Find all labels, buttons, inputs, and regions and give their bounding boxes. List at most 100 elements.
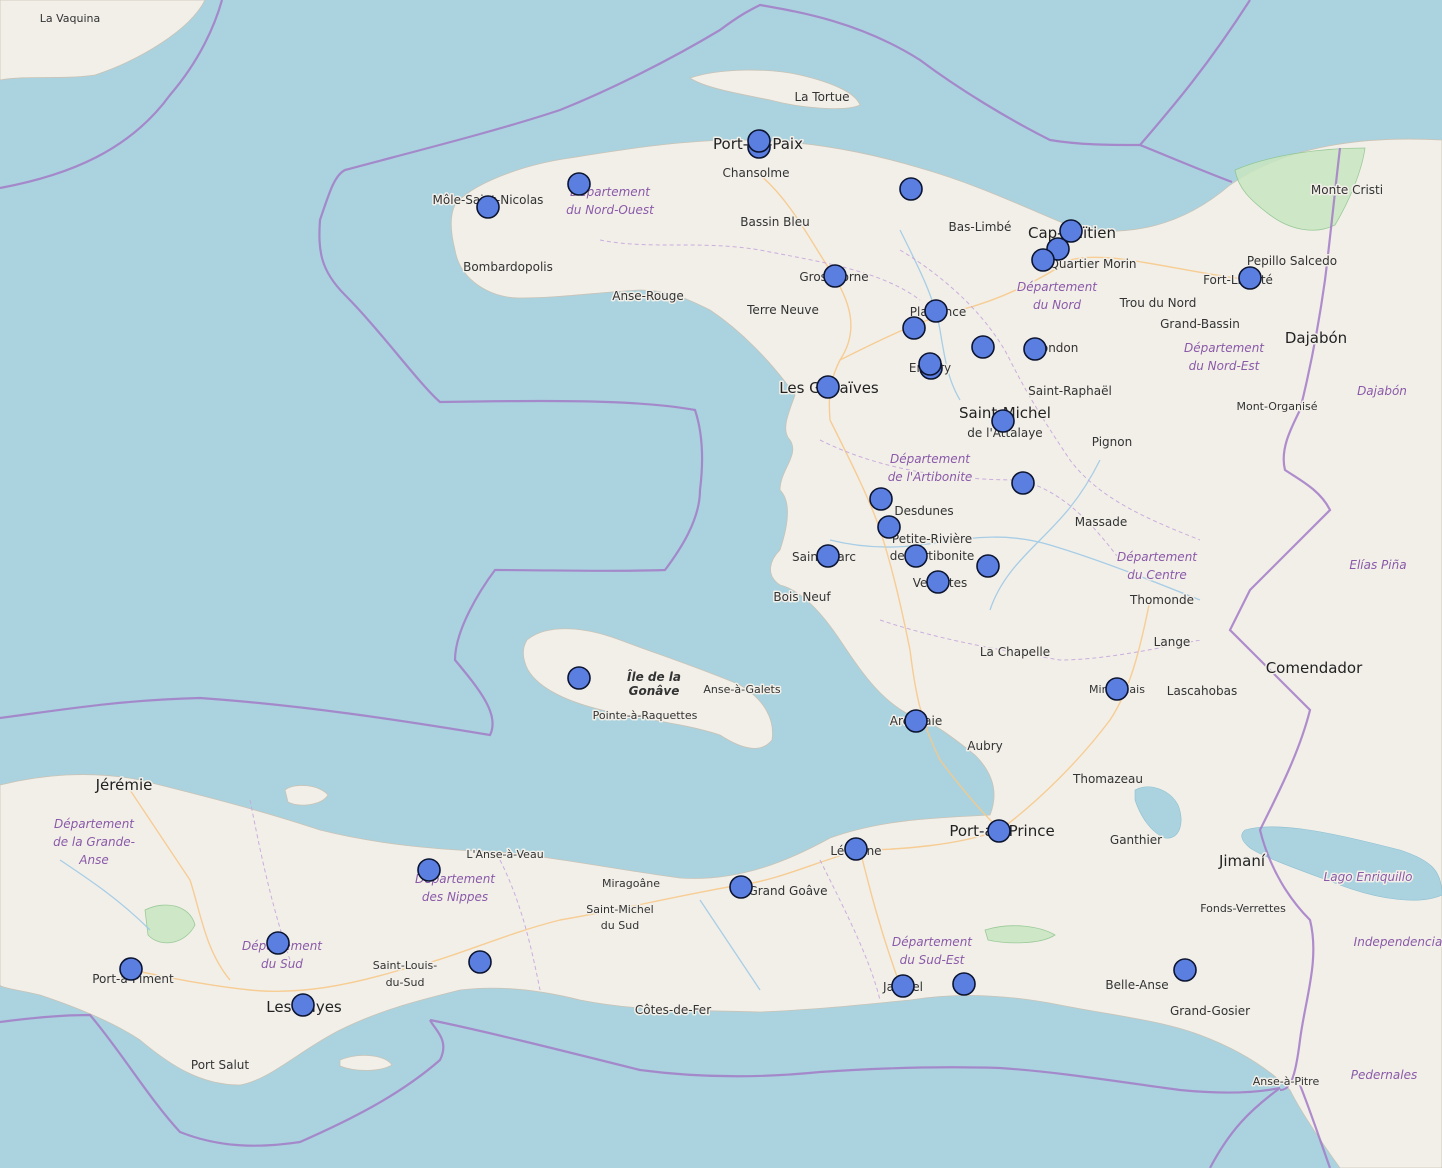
region-elias-pina: Elías Piña (1349, 558, 1406, 572)
label-desdunes: Desdunes (894, 504, 953, 518)
map-marker[interactable] (266, 931, 290, 955)
map-marker[interactable] (567, 172, 591, 196)
label-anse-a-veau: L'Anse-à-Veau (466, 848, 543, 861)
region-sud-est-1: Département (892, 935, 973, 949)
label-port-salut: Port Salut (191, 1058, 250, 1072)
region-centre-1: Département (1117, 550, 1198, 564)
label-lange: Lange (1154, 635, 1191, 649)
region-artibonite-1: Département (890, 452, 971, 466)
label-pignon: Pignon (1092, 435, 1132, 449)
map-marker[interactable] (924, 299, 948, 323)
region-grande-anse-3: Anse (78, 853, 108, 867)
label-fort-liberte: Fort-Liberté (1203, 273, 1273, 287)
region-nord-est-1: Département (1184, 341, 1265, 355)
label-de-lartibonite: de l'Artibonite (890, 549, 975, 563)
map-marker[interactable] (891, 974, 915, 998)
region-dajabon-prov: Dajabón (1357, 384, 1407, 398)
map-marker[interactable] (468, 950, 492, 974)
map-marker[interactable] (1023, 337, 1047, 361)
label-jeremie: Jérémie (95, 776, 153, 794)
map-marker[interactable] (1238, 266, 1262, 290)
region-sud-est-2: du Sud-Est (900, 953, 966, 967)
label-lascahobas: Lascahobas (1167, 684, 1237, 698)
region-sud-2: du Sud (261, 957, 303, 971)
label-bois-neuf: Bois Neuf (773, 590, 831, 604)
label-thomonde: Thomonde (1129, 593, 1194, 607)
region-pedernales: Pedernales (1351, 1068, 1417, 1082)
label-saint-michel-du-sud-2: du Sud (601, 919, 639, 932)
label-ile-de-la-gonave-2: Gonâve (629, 684, 680, 698)
map-marker[interactable] (918, 352, 942, 376)
label-miragoane: Miragoâne (602, 877, 660, 890)
region-grande-anse-1: Département (54, 817, 135, 831)
map-marker[interactable] (904, 709, 928, 733)
label-bassin-bleu: Bassin Bleu (740, 215, 809, 229)
map-marker[interactable] (971, 335, 995, 359)
label-grand-gosier: Grand-Gosier (1170, 1004, 1250, 1018)
map-marker[interactable] (899, 177, 923, 201)
region-nippes-2: des Nippes (422, 890, 488, 904)
region-nord-2: du Nord (1033, 298, 1081, 312)
label-saint-louis-1: Saint-Louis- (373, 959, 437, 972)
label-dajabon: Dajabón (1285, 329, 1347, 347)
map-marker[interactable] (816, 375, 840, 399)
map-marker[interactable] (291, 993, 315, 1017)
region-nord-est-2: du Nord-Est (1189, 359, 1261, 373)
label-ganthier: Ganthier (1110, 833, 1162, 847)
map-marker[interactable] (952, 972, 976, 996)
label-trou-du-nord: Trou du Nord (1119, 296, 1197, 310)
label-chansolme: Chansolme (723, 166, 790, 180)
label-saint-raphael: Saint-Raphaël (1028, 384, 1112, 398)
label-la-chapelle: La Chapelle (980, 645, 1050, 659)
map-marker[interactable] (816, 544, 840, 568)
label-massade: Massade (1075, 515, 1128, 529)
map-marker[interactable] (904, 544, 928, 568)
map-canvas[interactable]: La Vaquina La Tortue Port-de-Paix Chanso… (0, 0, 1442, 1168)
region-independencia: Independencia (1354, 935, 1442, 949)
label-fonds-verrettes: Fonds-Verrettes (1200, 902, 1286, 915)
map-marker[interactable] (877, 515, 901, 539)
label-bombardopolis: Bombardopolis (463, 260, 553, 274)
label-thomazeau: Thomazeau (1072, 772, 1143, 786)
map-marker[interactable] (1011, 471, 1035, 495)
region-nord-1: Département (1017, 280, 1098, 294)
label-ile-de-la-gonave-1: Île de la (627, 669, 681, 684)
map-marker[interactable] (1105, 677, 1129, 701)
label-anse-rouge: Anse-Rouge (612, 289, 684, 303)
map-marker[interactable] (417, 858, 441, 882)
region-centre-2: du Centre (1127, 568, 1186, 582)
label-terre-neuve: Terre Neuve (746, 303, 819, 317)
region-grande-anse-2: de la Grande- (53, 835, 135, 849)
label-grand-bassin: Grand-Bassin (1160, 317, 1240, 331)
map-marker[interactable] (1031, 248, 1055, 272)
region-nord-ouest-2: du Nord-Ouest (566, 203, 655, 217)
label-petite-riviere: Petite-Rivière (892, 532, 972, 546)
label-grand-goave: Grand Goâve (748, 884, 827, 898)
label-pointe-a-raquettes: Pointe-à-Raquettes (593, 709, 698, 722)
map-marker[interactable] (729, 875, 753, 899)
label-la-vaquina: La Vaquina (40, 12, 101, 25)
map-marker[interactable] (567, 666, 591, 690)
map-marker[interactable] (991, 409, 1015, 433)
label-aubry: Aubry (967, 739, 1002, 753)
map-marker[interactable] (844, 837, 868, 861)
map-marker[interactable] (976, 554, 1000, 578)
label-pepillo-salcedo: Pepillo Salcedo (1247, 254, 1337, 268)
label-anse-a-galets: Anse-à-Galets (703, 683, 780, 696)
region-artibonite-2: de l'Artibonite (888, 470, 973, 484)
map-marker[interactable] (902, 316, 926, 340)
map-marker[interactable] (926, 570, 950, 594)
label-belle-anse: Belle-Anse (1105, 978, 1168, 992)
label-jimani: Jimaní (1218, 852, 1266, 870)
label-saint-louis-2: du-Sud (386, 976, 425, 989)
map-marker[interactable] (869, 487, 893, 511)
map-marker[interactable] (1173, 958, 1197, 982)
label-bas-limbe: Bas-Limbé (949, 220, 1012, 234)
map-marker[interactable] (119, 957, 143, 981)
map-marker[interactable] (823, 264, 847, 288)
label-anse-a-pitre: Anse-à-Pitre (1253, 1075, 1320, 1088)
map-marker[interactable] (476, 195, 500, 219)
label-mont-organise: Mont-Organisé (1236, 400, 1317, 413)
map-marker[interactable] (747, 129, 771, 153)
map-marker[interactable] (987, 819, 1011, 843)
